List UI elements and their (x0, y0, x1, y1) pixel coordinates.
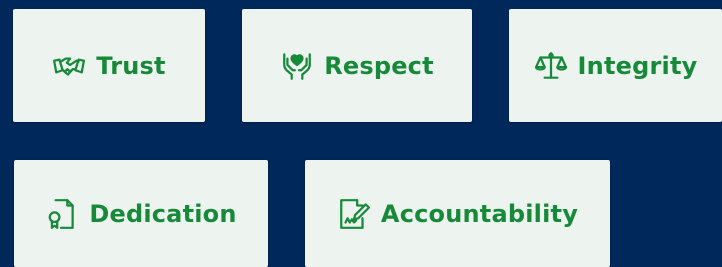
value-card-trust: Trust (13, 9, 205, 122)
value-label-accountability: Accountability (380, 199, 579, 228)
value-card-dedication: Dedication (14, 160, 268, 267)
handshake-icon (52, 49, 86, 83)
value-card-respect: Respect (242, 9, 472, 122)
value-label-trust: Trust (96, 51, 166, 80)
value-card-integrity: Integrity (509, 9, 722, 122)
values-panel: { "background_color": "#00285a", "card_c… (0, 0, 722, 267)
signed-document-icon (337, 197, 371, 231)
heart-in-hands-icon (280, 49, 314, 83)
value-label-integrity: Integrity (577, 51, 698, 80)
value-card-accountability: Accountability (305, 160, 610, 267)
balance-scale-icon (534, 49, 568, 83)
value-label-respect: Respect (324, 51, 434, 80)
value-label-dedication: Dedication (89, 199, 237, 228)
certificate-icon (45, 197, 79, 231)
